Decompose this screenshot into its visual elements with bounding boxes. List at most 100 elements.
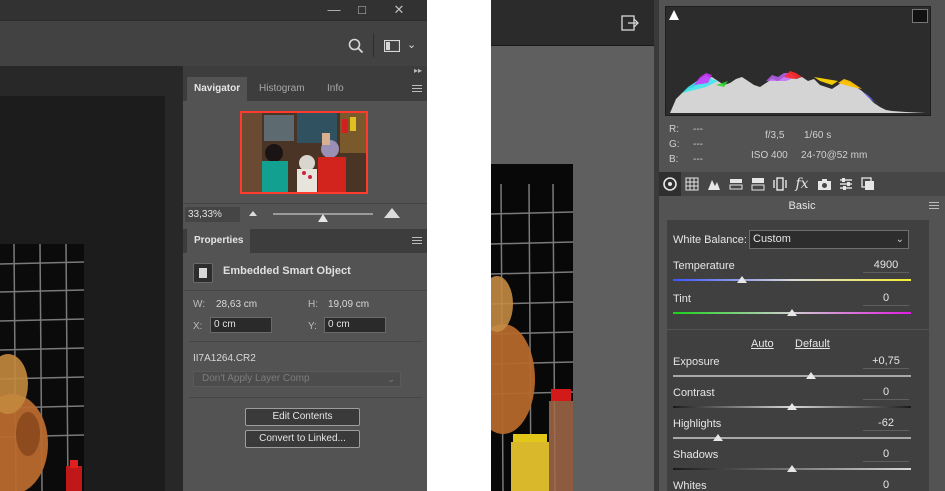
detail-icon[interactable] — [703, 172, 725, 196]
camera-calibration-icon[interactable] — [813, 172, 835, 196]
panel-menu-icon[interactable] — [929, 202, 939, 209]
camera-raw-side-panel: R: --- G: --- B: --- f/3,5 1/60 s ISO 40… — [659, 0, 945, 491]
document-image-content — [0, 244, 84, 491]
workspace-icon[interactable] — [384, 40, 400, 52]
exposure-thumb[interactable] — [806, 372, 817, 380]
shadows-label: Shadows — [673, 449, 719, 461]
x-input[interactable]: 0 cm — [210, 317, 272, 333]
exposure-track[interactable] — [673, 375, 911, 377]
snapshots-icon[interactable] — [857, 172, 879, 196]
right-panel-dock: ▸▸ Navigator Histogram Info 33,33% Prope… — [182, 66, 427, 491]
photoshop-window: — □ ✕ ⌄ ▸▸ Navigator Histogram Info 33,3… — [0, 0, 427, 491]
panel-tabs: fx — [659, 172, 945, 196]
search-icon[interactable] — [348, 38, 364, 54]
aperture-value: f/3,5 — [765, 130, 785, 141]
default-link[interactable]: Default — [795, 338, 830, 350]
convert-to-linked-button[interactable]: Convert to Linked... — [245, 430, 360, 448]
white-balance-label: White Balance: — [673, 234, 747, 246]
contrast-value[interactable]: 0 — [863, 385, 909, 400]
contrast-label: Contrast — [673, 387, 715, 399]
minimize-button[interactable]: — — [320, 0, 348, 19]
whites-value[interactable]: 0 — [863, 478, 909, 491]
exposure-value[interactable]: +0,75 — [863, 354, 909, 369]
document-canvas[interactable] — [0, 66, 182, 491]
navigator-tab-row: Navigator Histogram Info — [183, 77, 427, 101]
panel-menu-icon[interactable] — [412, 85, 422, 92]
histogram — [665, 6, 931, 116]
highlights-thumb[interactable] — [713, 434, 724, 442]
tab-navigator[interactable]: Navigator — [187, 77, 248, 101]
exposure-label: Exposure — [673, 356, 720, 368]
tab-histogram[interactable]: Histogram — [252, 77, 312, 101]
layer-comp-value: Don't Apply Layer Comp — [202, 373, 310, 384]
preview-area[interactable] — [491, 46, 654, 491]
object-type-label: Embedded Smart Object — [223, 265, 351, 277]
y-label: Y: — [308, 321, 317, 332]
tint-value[interactable]: 0 — [863, 291, 909, 306]
basic-panel: White Balance: Custom ⌄ Temperature 4900… — [667, 220, 929, 491]
w-value[interactable]: 28,63 cm — [216, 299, 257, 310]
navigator-panel — [183, 101, 427, 201]
panel-title: Basic — [659, 196, 945, 216]
tint-thumb[interactable] — [787, 309, 797, 317]
maximize-button[interactable]: □ — [348, 0, 376, 19]
h-value[interactable]: 19,09 cm — [328, 299, 369, 310]
effects-icon[interactable]: fx — [791, 172, 813, 196]
h-label: H: — [308, 299, 318, 310]
divider — [373, 33, 374, 57]
tab-info[interactable]: Info — [320, 77, 351, 101]
edit-contents-button[interactable]: Edit Contents — [245, 408, 360, 426]
zoom-input[interactable]: 33,33% — [185, 207, 240, 222]
tab-properties[interactable]: Properties — [187, 229, 251, 253]
zoom-out-icon[interactable] — [248, 209, 258, 217]
hsl-icon[interactable] — [725, 172, 747, 196]
temperature-label: Temperature — [673, 260, 735, 272]
chevron-down-icon[interactable]: ⌄ — [407, 38, 416, 51]
auto-link[interactable]: Auto — [751, 338, 774, 350]
tint-label: Tint — [673, 293, 691, 305]
split-toning-icon[interactable] — [747, 172, 769, 196]
lens-value: 24-70@52 mm — [801, 150, 868, 161]
open-image-icon[interactable] — [621, 15, 639, 31]
tone-curve-icon[interactable] — [681, 172, 703, 196]
r-label: R: — [669, 124, 679, 135]
presets-icon[interactable] — [835, 172, 857, 196]
shutter-value: 1/60 s — [804, 130, 832, 141]
chevron-down-icon: ⌄ — [387, 374, 395, 384]
highlights-track[interactable] — [673, 437, 911, 439]
temperature-value[interactable]: 4900 — [863, 258, 909, 273]
tab-basic-icon[interactable] — [659, 172, 681, 196]
options-bar: ⌄ — [0, 20, 427, 66]
preview-image-content — [491, 164, 573, 491]
properties-tab-row: Properties — [183, 229, 427, 253]
divider — [189, 341, 422, 342]
layer-comp-select: Don't Apply Layer Comp ⌄ — [193, 371, 401, 387]
white-balance-value: Custom — [753, 233, 791, 245]
r-value: --- — [693, 124, 703, 135]
divider — [189, 397, 422, 398]
navigator-thumbnail[interactable] — [240, 111, 368, 194]
collapse-panels-button[interactable]: ▸▸ — [183, 66, 427, 77]
zoom-slider-thumb[interactable] — [318, 214, 328, 222]
x-label: X: — [193, 321, 203, 332]
highlights-value[interactable]: -62 — [863, 416, 909, 431]
properties-header: Embedded Smart Object — [183, 253, 427, 291]
histogram-graph — [670, 71, 926, 113]
white-balance-select[interactable]: Custom ⌄ — [749, 230, 909, 249]
temperature-thumb[interactable] — [737, 276, 748, 284]
shadows-value[interactable]: 0 — [863, 447, 909, 462]
highlights-label: Highlights — [673, 418, 722, 430]
filename-label: II7A1264.CR2 — [193, 353, 256, 364]
shadows-thumb[interactable] — [787, 465, 797, 473]
close-button[interactable]: ✕ — [384, 0, 414, 19]
whites-label: Whites — [673, 480, 707, 491]
contrast-thumb[interactable] — [787, 403, 797, 411]
y-input[interactable]: 0 cm — [324, 317, 386, 333]
temperature-track[interactable] — [673, 279, 911, 281]
properties-menu-icon[interactable] — [412, 237, 422, 244]
lens-corrections-icon[interactable] — [769, 172, 791, 196]
camera-raw-window: R: --- G: --- B: --- f/3,5 1/60 s ISO 40… — [491, 0, 945, 491]
zoom-in-icon[interactable] — [383, 207, 401, 219]
smart-object-icon — [193, 263, 213, 283]
g-value: --- — [693, 139, 703, 150]
